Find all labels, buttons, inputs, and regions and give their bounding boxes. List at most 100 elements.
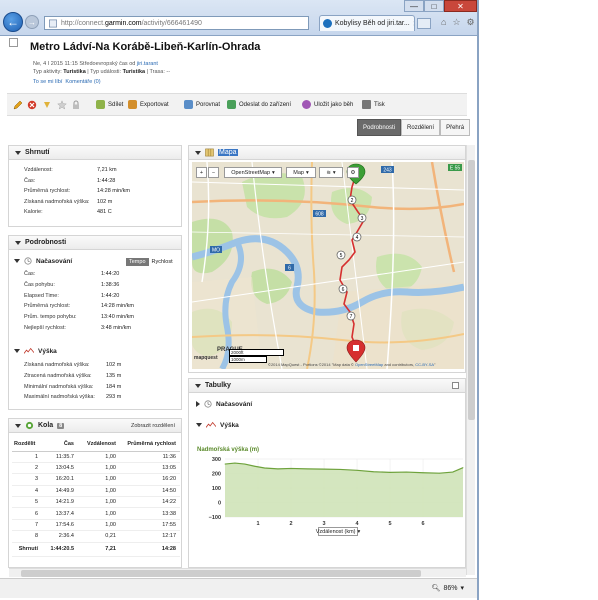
back-button[interactable]: ← bbox=[3, 12, 23, 32]
lap-avg-speed: 14:50 bbox=[120, 485, 180, 498]
star-icon[interactable] bbox=[57, 100, 67, 110]
compare-button[interactable]: Porovnat bbox=[184, 100, 220, 109]
tab-splits[interactable]: Rozdělení bbox=[401, 119, 441, 136]
scroll-thumb[interactable] bbox=[468, 160, 475, 420]
summary-label: Získaná nadmořská výška: bbox=[24, 198, 90, 205]
lap-distance: 1,00 bbox=[78, 451, 120, 463]
minimize-button[interactable]: — bbox=[404, 0, 424, 12]
table-total-row: Shrnutí 1:44:20.5 7,21 14:28 bbox=[12, 541, 180, 557]
map-canvas[interactable]: 2 3 4 5 6 7 243 608 E 55 MO 6 bbox=[192, 162, 464, 369]
zoom-icon: 🔍︎ bbox=[431, 585, 441, 592]
elevation-chart-svg: 3002001000−1001 2 3 4 5 6 bbox=[209, 457, 464, 527]
favorites-icon[interactable]: ☆ bbox=[452, 17, 460, 28]
tab-details[interactable]: Podrobnosti bbox=[357, 119, 402, 136]
browser-tab[interactable]: Kobylisy Běh od jiri.tar... ✕ bbox=[319, 15, 415, 31]
address-bar[interactable]: http://connect.garmin.com/activity/66646… bbox=[44, 16, 309, 30]
tables-timing-row[interactable]: Načasování bbox=[196, 400, 252, 408]
table-row[interactable]: 8 2:36.4 0,21 12:17 bbox=[12, 530, 180, 543]
col-avg-speed[interactable]: Průměrná rychlost bbox=[120, 437, 180, 452]
delete-icon[interactable] bbox=[27, 100, 37, 110]
map-options-button[interactable]: ⚙ bbox=[347, 167, 359, 178]
table-row[interactable]: 7 17:54.6 1,00 17:55 bbox=[12, 519, 180, 532]
table-row[interactable]: 5 14:21.9 1,00 14:22 bbox=[12, 496, 180, 509]
osm-link[interactable]: OpenStreetMap bbox=[355, 362, 383, 367]
show-splits-link[interactable]: Zobrazit rozdělení bbox=[131, 423, 175, 429]
print-button[interactable]: Tisk bbox=[362, 100, 385, 109]
timing-section-header[interactable]: Načasování bbox=[14, 257, 72, 265]
vertical-scrollbar[interactable] bbox=[466, 145, 475, 575]
map-mode-select[interactable]: Map ▾ bbox=[286, 167, 316, 178]
tab-close-icon[interactable]: ✕ bbox=[413, 20, 414, 28]
export-button[interactable]: Exportovat bbox=[128, 100, 169, 109]
km-marker-5[interactable]: 5 bbox=[336, 250, 346, 260]
activity-user-link[interactable]: jiri.tarant bbox=[137, 61, 158, 67]
x-axis-select[interactable]: Vzdálenost (km) ▾ bbox=[316, 527, 360, 536]
speed-toggle[interactable]: Rychlost bbox=[149, 258, 176, 266]
zoom-in-button[interactable]: + bbox=[196, 167, 207, 178]
col-distance[interactable]: Vzdálenost bbox=[78, 437, 120, 452]
lap-distance: 0,21 bbox=[78, 530, 120, 543]
km-marker-7[interactable]: 7 bbox=[346, 311, 356, 321]
settings-icon[interactable]: ⚙ bbox=[467, 17, 475, 28]
x-tick-label: 2 bbox=[289, 521, 292, 527]
edit-pencil-icon[interactable] bbox=[13, 100, 23, 110]
medal-icon[interactable] bbox=[42, 100, 52, 110]
map-layer-select[interactable]: OpenStreetMap ▾ bbox=[224, 167, 282, 178]
home-icon[interactable]: ⌂ bbox=[441, 17, 446, 28]
lap-avg-speed: 12:17 bbox=[120, 530, 180, 543]
horizontal-scrollbar[interactable] bbox=[9, 568, 466, 577]
table-row[interactable]: 2 13:04.5 1,00 13:05 bbox=[12, 462, 180, 475]
map-header[interactable]: Mapa bbox=[189, 146, 465, 160]
km-marker-6[interactable]: 6 bbox=[338, 284, 348, 294]
timing-value: 13:40 min/km bbox=[101, 314, 135, 321]
url-text: http://connect.garmin.com/activity/66646… bbox=[61, 19, 202, 27]
zoom-control[interactable]: 🔍︎ 86% ▾ bbox=[431, 584, 464, 593]
lap-distance: 1,00 bbox=[78, 485, 120, 498]
tables-elevation-row[interactable]: Výška bbox=[196, 421, 239, 429]
km-marker-3[interactable]: 3 bbox=[357, 213, 367, 223]
expand-checkbox[interactable] bbox=[452, 382, 459, 389]
zoom-out-button[interactable]: − bbox=[208, 167, 219, 178]
table-row[interactable]: 6 13:37.4 1,00 13:38 bbox=[12, 507, 180, 520]
lock-icon[interactable] bbox=[71, 100, 81, 110]
summary-label: Čas: bbox=[24, 177, 36, 184]
svg-text:6: 6 bbox=[342, 287, 345, 293]
send-to-device-button[interactable]: Odeslat do zařízení bbox=[227, 100, 291, 109]
table-row[interactable]: 3 16:20.1 1,00 16:20 bbox=[12, 473, 180, 486]
details-header[interactable]: Podrobnosti bbox=[9, 236, 181, 250]
compare-icon bbox=[184, 100, 193, 109]
col-time[interactable]: Čas bbox=[42, 437, 78, 452]
total-avg-speed: 14:28 bbox=[120, 541, 180, 557]
like-link[interactable]: To se mi líbí bbox=[33, 79, 62, 85]
new-tab-button[interactable] bbox=[417, 18, 431, 29]
comments-link[interactable]: Komentáře (0) bbox=[65, 79, 100, 85]
license-link[interactable]: CC-BY-SA bbox=[415, 362, 434, 367]
km-marker-4[interactable]: 4 bbox=[352, 232, 362, 242]
svg-text:5: 5 bbox=[340, 253, 343, 259]
col-split[interactable]: Rozdělit bbox=[12, 437, 42, 452]
y-tick-label: 100 bbox=[212, 486, 221, 492]
lap-number: 8 bbox=[12, 530, 42, 543]
laps-header[interactable]: Kola 8 Zobrazit rozdělení bbox=[9, 419, 181, 433]
elevation-section-header[interactable]: Výška bbox=[14, 347, 57, 355]
map-layers-button[interactable]: ≋ ▾ bbox=[319, 167, 343, 178]
tables-header[interactable]: Tabulky bbox=[189, 379, 465, 393]
km-marker-2[interactable]: 2 bbox=[347, 195, 357, 205]
total-time: 1:44:20.5 bbox=[42, 541, 78, 557]
table-row[interactable]: 4 14:49.9 1,00 14:50 bbox=[12, 485, 180, 498]
details-title: Podrobnosti bbox=[25, 239, 67, 246]
share-button[interactable]: Sdílet bbox=[96, 100, 123, 109]
summary-header[interactable]: Shrnutí bbox=[9, 146, 181, 160]
lap-number: 5 bbox=[12, 496, 42, 509]
route-map[interactable]: 2 3 4 5 6 7 243 608 E 55 MO 6 bbox=[192, 162, 464, 369]
elevation-point bbox=[452, 471, 454, 473]
tab-playback[interactable]: Přehrá bbox=[440, 119, 471, 136]
lap-avg-speed: 17:55 bbox=[120, 519, 180, 532]
window-close-button[interactable]: ✕ bbox=[444, 0, 477, 12]
scroll-thumb[interactable] bbox=[21, 570, 421, 577]
table-row[interactable]: 1 11:35.7 1,00 11:36 bbox=[12, 451, 180, 463]
pace-toggle[interactable]: Tempo bbox=[126, 258, 149, 266]
save-course-button[interactable]: Uložit jako běh bbox=[302, 100, 353, 109]
maximize-button[interactable]: □ bbox=[424, 0, 444, 12]
forward-button[interactable]: → bbox=[25, 15, 39, 29]
